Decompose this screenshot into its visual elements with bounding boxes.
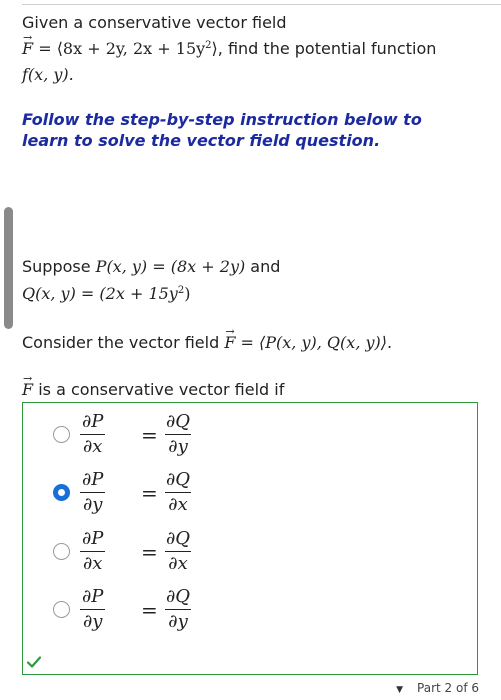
checkmark-icon [27,656,41,668]
radio-button-selected[interactable] [53,484,70,501]
numerator: ∂Q [166,469,191,490]
denominator: ∂y [79,609,106,634]
q-close: ) [184,284,191,303]
numerator: ∂P [82,586,104,607]
rhs-fraction: ∂Q ∂y [163,585,193,634]
numerator: ∂P [82,411,104,432]
top-divider [22,4,501,5]
question-line-2: F = ⟨8x + 2y, 2x + 15y2⟩, find the poten… [22,27,437,60]
conservative-label: is a conservative vector field if [33,380,285,399]
question-line-1: Given a conservative vector field [22,13,287,32]
find-potential-text: , find the potential function [217,39,437,58]
vector-f-symbol: F [22,27,33,60]
denominator: ∂x [79,551,106,576]
denominator: ∂x [165,492,191,517]
rhs-fraction: ∂Q ∂x [163,468,193,517]
instruction-text: Follow the step-by-step instruction belo… [22,110,422,150]
option-2[interactable]: ∂P ∂y = ∂Q ∂x [53,468,253,522]
scrollbar-thumb[interactable] [4,207,13,329]
denominator: ∂x [165,551,191,576]
q-line: Q(x, y) = (2x + 15y2) [22,283,190,305]
radio-button[interactable] [53,601,70,618]
equals-sign: = [141,598,158,622]
numerator: ∂P [82,469,104,490]
q-expression: Q(x, y) = (2x + 15y [22,284,178,303]
suppose-label: Suppose [22,257,96,276]
radio-button[interactable] [53,543,70,560]
conservative-line: F is a conservative vector field if [22,368,285,401]
option-1[interactable]: ∂P ∂x = ∂Q ∂y [53,410,253,464]
vector-f-symbol: F [224,321,235,354]
consider-expression: = ⟨P(x, y), Q(x, y)⟩. [235,333,393,352]
rhs-fraction: ∂Q ∂x [163,527,193,576]
vector-f-symbol: F [22,368,33,401]
equals-sign: = [141,423,158,447]
denominator: ∂y [165,609,191,634]
denominator: ∂x [79,434,106,459]
denominator: ∂y [165,434,191,459]
lhs-fraction: ∂P ∂y [79,585,106,634]
suppose-line: Suppose P(x, y) = (8x + 2y) and [22,256,280,278]
equals-sign: = [141,481,158,505]
rhs-fraction: ∂Q ∂y [163,410,193,459]
consider-line: Consider the vector field F = ⟨P(x, y), … [22,321,393,354]
potential-function: f(x, y). [22,65,74,84]
triangle-down-icon[interactable]: ▼ [396,685,403,695]
answer-choices-box: ∂P ∂x = ∂Q ∂y ∂P ∂y = ∂Q ∂x ∂P ∂x = ∂Q ∂… [22,402,478,675]
part-indicator[interactable]: ▼ Part 2 of 6 [396,681,479,695]
denominator: ∂y [79,492,106,517]
numerator: ∂Q [166,586,191,607]
radio-button[interactable] [53,426,70,443]
lhs-fraction: ∂P ∂y [79,468,106,517]
option-4[interactable]: ∂P ∂y = ∂Q ∂y [53,585,253,639]
numerator: ∂Q [166,411,191,432]
numerator: ∂P [82,528,104,549]
equals-sign: = [141,540,158,564]
lhs-fraction: ∂P ∂x [79,527,106,576]
p-expression: P(x, y) = (8x + 2y) [95,257,246,276]
numerator: ∂Q [166,528,191,549]
field-expression: = ⟨8x + 2y, 2x + 15y [33,39,206,58]
consider-label: Consider the vector field [22,333,225,352]
part-label: Part 2 of 6 [417,681,479,695]
lhs-fraction: ∂P ∂x [79,410,106,459]
option-3[interactable]: ∂P ∂x = ∂Q ∂x [53,527,253,581]
and-label: and [245,257,281,276]
